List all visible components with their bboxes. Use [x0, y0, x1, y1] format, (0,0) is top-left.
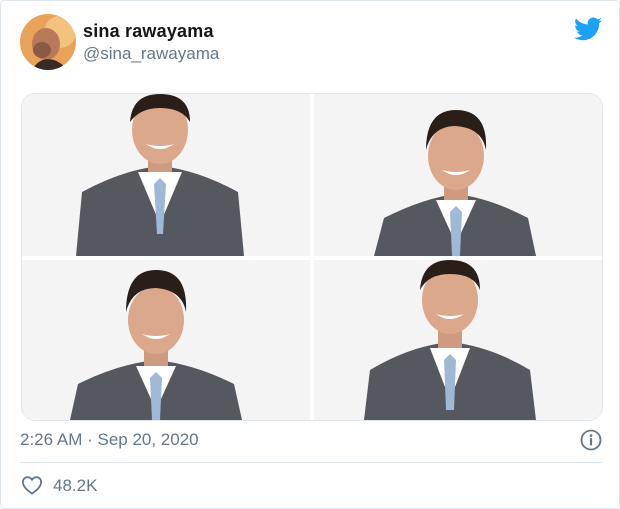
heart-icon[interactable]: [21, 475, 43, 495]
photo-2[interactable]: [314, 94, 602, 256]
info-icon[interactable]: [580, 429, 602, 451]
display-name[interactable]: sina rawayama: [83, 21, 214, 42]
like-count: 48.2K: [53, 476, 98, 495]
tweet-timestamp[interactable]: 2:26 AM · Sep 20, 2020: [20, 430, 199, 450]
twitter-bird-icon[interactable]: [574, 17, 602, 41]
photo-1[interactable]: [22, 94, 310, 256]
photo-4[interactable]: [314, 260, 602, 420]
photo-3[interactable]: [22, 260, 310, 420]
media-grid: [21, 93, 603, 421]
divider: [20, 462, 602, 463]
user-handle[interactable]: @sina_rawayama: [83, 44, 219, 64]
tweet-card: sina rawayama @sina_rawayama 2:26 AM · S…: [0, 0, 620, 509]
avatar[interactable]: [20, 14, 76, 70]
